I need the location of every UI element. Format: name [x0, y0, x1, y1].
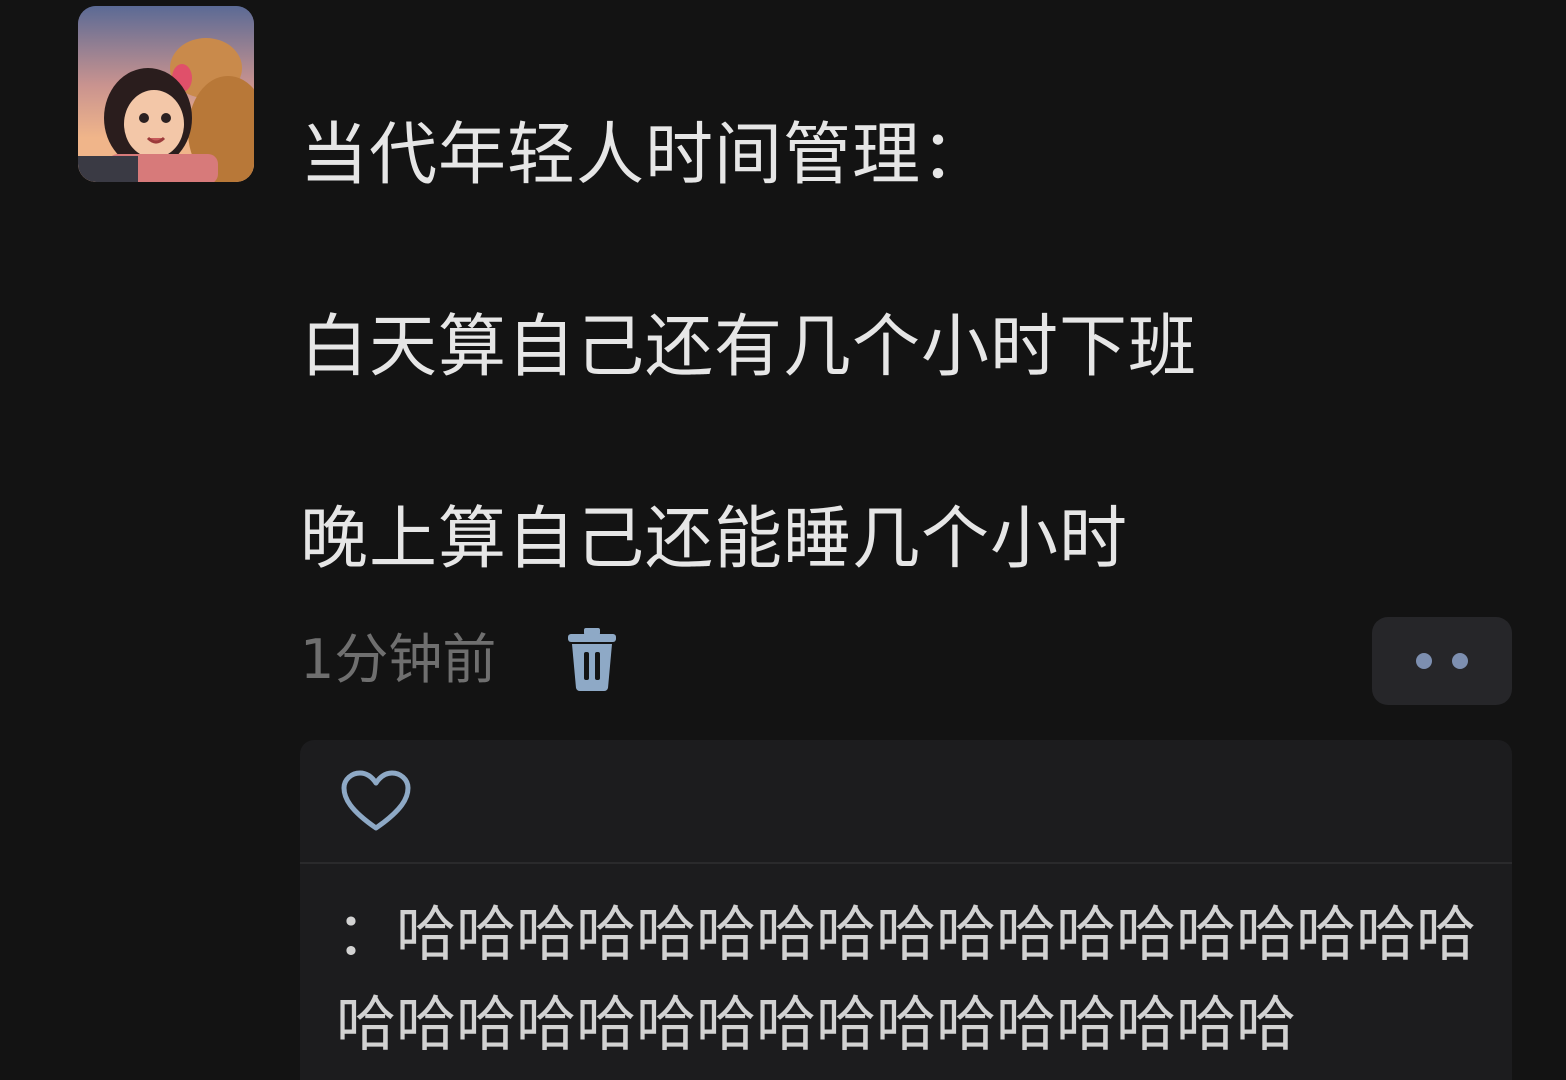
more-dots-icon: [1416, 653, 1432, 669]
divider: [300, 862, 1512, 864]
interaction-panel: ：哈哈哈哈哈哈哈哈哈哈哈哈哈哈哈哈哈哈哈哈哈哈哈哈哈哈哈哈哈哈哈哈哈哈: [300, 740, 1512, 1080]
post-text-line: 晚上算自己还能睡几个小时: [300, 500, 1129, 579]
more-dots-icon-dot: [1452, 653, 1468, 669]
more-button[interactable]: [1372, 617, 1512, 705]
post-text-line: 白天算自己还有几个小时下班: [300, 308, 1198, 387]
trash-icon[interactable]: [562, 628, 622, 692]
post-timestamp: 1分钟前: [300, 628, 497, 691]
heart-icon[interactable]: [340, 770, 412, 834]
post-title-line: 当代年轻人时间管理：: [300, 116, 991, 195]
avatar-image: [78, 6, 254, 182]
avatar[interactable]: [78, 6, 254, 182]
comment-text: ：哈哈哈哈哈哈哈哈哈哈哈哈哈哈哈哈哈哈哈哈哈哈哈哈哈哈哈哈哈哈哈哈哈哈: [336, 900, 1476, 1060]
